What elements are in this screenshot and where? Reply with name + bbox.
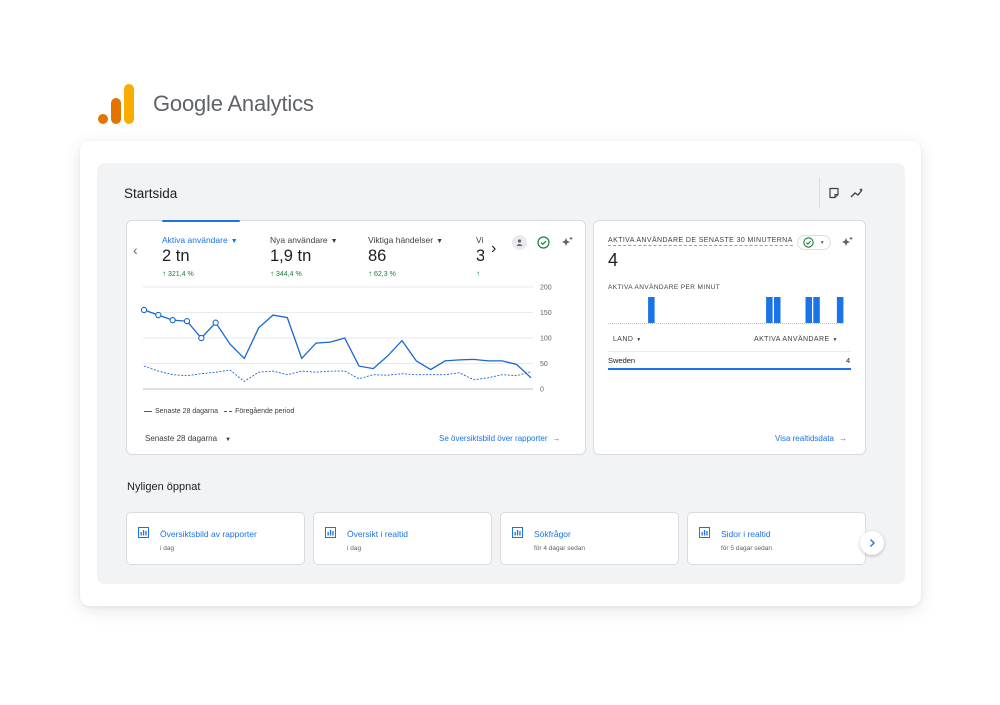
chevron-right-icon — [870, 539, 875, 547]
overview-card — [126, 220, 586, 455]
recent-item-time: för 4 dagar sedan — [534, 545, 585, 552]
caret-down-icon: ▼ — [832, 337, 838, 343]
caret-down-icon: ▼ — [819, 239, 825, 246]
sparkle-icon[interactable] — [560, 235, 575, 250]
comparison-icon[interactable] — [512, 235, 527, 250]
metric-label: Vi — [476, 235, 484, 245]
metric-change: ↑ 321,4 % — [162, 269, 194, 278]
metric-label: Aktiva användare — [162, 235, 228, 245]
header-divider — [819, 178, 820, 208]
insights-icon[interactable] — [848, 184, 866, 202]
tab-aktiva-anvandare[interactable]: Aktiva användare ▼ — [162, 235, 238, 245]
metric-change-truncated: ↑ — [476, 269, 482, 278]
realtime-status-dropdown[interactable]: ▼ — [797, 235, 831, 250]
arrow-up-icon: ↑ — [368, 269, 372, 278]
recent-section-title: Nyligen öppnat — [127, 481, 201, 493]
column-land[interactable]: LAND ▼ — [613, 336, 642, 343]
tab-nya-anvandare[interactable]: Nya användare ▼ — [270, 235, 338, 245]
minute-bar — [805, 297, 812, 323]
minute-bar — [766, 297, 773, 323]
country-share-bar — [608, 368, 851, 370]
recent-item[interactable]: Sökfrågor för 4 dagar sedan — [500, 512, 679, 565]
page-title: Startsida — [124, 186, 178, 201]
per-minute-title: AKTIVA ANVÄNDARE PER MINUT — [608, 284, 721, 291]
tab-viktiga-handelser[interactable]: Viktiga händelser ▼ — [368, 235, 443, 245]
arrow-up-icon: ↑ — [162, 269, 166, 278]
recent-item-title: Sökfrågor — [534, 529, 571, 539]
realtime-title: AKTIVA ANVÄNDARE DE SENASTE 30 MINUTERNA — [608, 237, 793, 246]
caret-down-icon: ▼ — [636, 337, 642, 343]
column-active-users[interactable]: AKTIVA ANVÄNDARE ▼ — [754, 336, 838, 343]
metric-label: Viktiga händelser — [368, 235, 434, 245]
legend-previous: Föregående period — [235, 408, 295, 415]
legend-solid-swatch — [144, 411, 152, 412]
metric-value: 2 tn — [162, 247, 190, 265]
realtime-value: 4 — [608, 250, 619, 270]
country-name: Sweden — [608, 356, 636, 365]
arrow-right-icon: → — [552, 434, 561, 443]
recent-item[interactable]: Sidor i realtid för 5 dagar sedan — [687, 512, 866, 565]
report-icon — [138, 527, 149, 538]
sparkle-icon[interactable] — [840, 235, 855, 250]
metric-value: 86 — [368, 247, 387, 265]
report-icon — [699, 527, 710, 538]
legend-current: Senaste 28 dagarna — [155, 408, 219, 415]
date-range-selector[interactable]: Senaste 28 dagarna ▼ — [145, 434, 231, 443]
recent-item[interactable]: Översiktsbild av rapporter i dag — [126, 512, 305, 565]
minute-bar — [836, 297, 844, 323]
customize-icon[interactable] — [825, 184, 843, 202]
minute-bar — [648, 297, 655, 323]
recent-item-time: i dag — [160, 545, 175, 552]
minute-bar — [813, 297, 820, 323]
country-users: 4 — [846, 356, 851, 365]
metrics-prev-icon[interactable]: ‹ — [133, 242, 138, 258]
check-status-icon[interactable] — [536, 235, 551, 250]
check-status-icon — [803, 237, 815, 248]
recent-item-title: Översikt i realtid — [347, 529, 408, 539]
arrow-up-icon: ↑ — [270, 269, 274, 278]
table-divider — [608, 351, 851, 352]
tab-truncated[interactable]: Vi — [476, 235, 483, 245]
per-minute-bar-chart — [608, 297, 844, 324]
caret-down-icon: ▼ — [436, 238, 443, 245]
minute-bar — [774, 297, 781, 323]
caret-down-icon: ▼ — [230, 238, 238, 245]
active-tab-indicator — [162, 220, 240, 222]
recent-item-title: Sidor i realtid — [721, 529, 771, 539]
brand-name: Google Analytics — [153, 91, 314, 116]
realtime-link[interactable]: Visa realtidsdata → — [775, 434, 847, 443]
recent-item-title: Översiktsbild av rapporter — [160, 529, 257, 539]
caret-down-icon: ▼ — [225, 437, 232, 443]
google-analytics-logo — [98, 84, 134, 124]
caret-down-icon: ▼ — [330, 238, 338, 245]
arrow-right-icon: → — [839, 434, 847, 443]
reports-overview-link[interactable]: Se översiktsbild över rapporter → — [439, 434, 561, 443]
report-icon — [325, 527, 336, 538]
recent-item-time: för 5 dagar sedan — [721, 545, 772, 552]
metric-label: Nya användare — [270, 235, 328, 245]
recent-item-time: i dag — [347, 545, 362, 552]
arrow-up-icon: ↑ — [476, 269, 480, 278]
metrics-next-icon[interactable]: › — [491, 240, 496, 258]
report-icon — [512, 527, 523, 538]
chart-legend: Senaste 28 dagarna Föregående period — [144, 408, 294, 415]
legend-dashed-swatch — [224, 411, 233, 412]
metric-value: 1,9 tn — [270, 247, 312, 265]
metric-change: ↑ 62,3 % — [368, 269, 396, 278]
recent-next-button[interactable] — [860, 531, 884, 555]
recent-item[interactable]: Översikt i realtid i dag — [313, 512, 492, 565]
metric-change: ↑ 344,4 % — [270, 269, 302, 278]
